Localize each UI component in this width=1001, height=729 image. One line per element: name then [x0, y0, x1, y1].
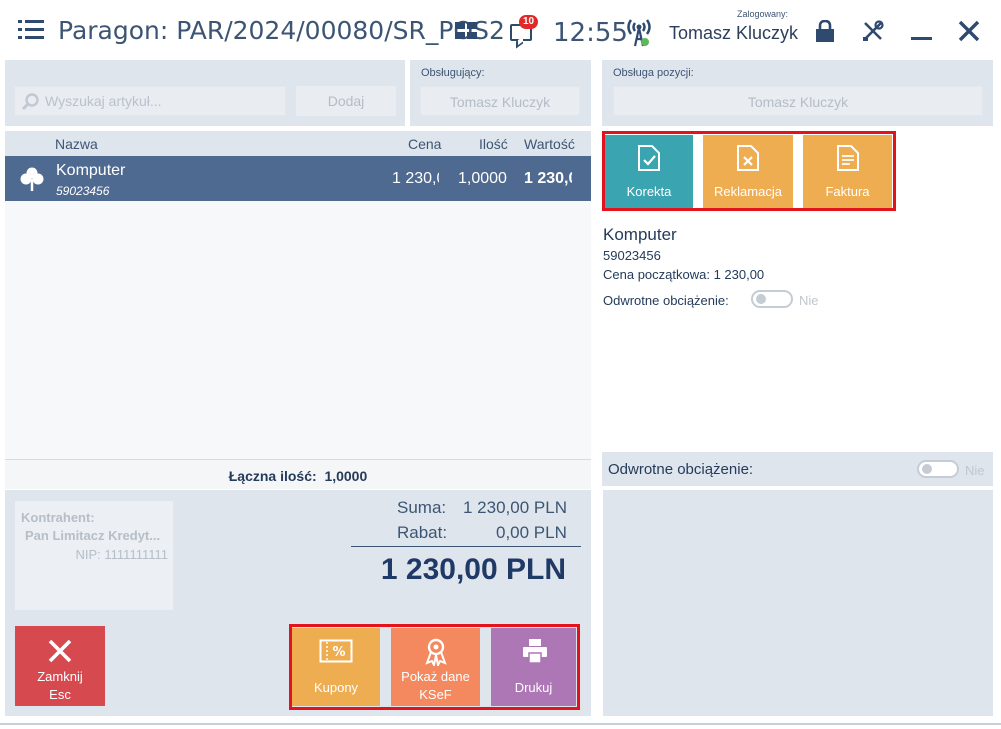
lock-icon[interactable]	[815, 20, 835, 42]
invoice-button[interactable]: Faktura	[803, 135, 892, 208]
contractor-card[interactable]: Kontrahent: Pan Limitacz Kredyt... NIP: …	[15, 501, 173, 610]
reverse-charge-bar-value: Nie	[965, 463, 985, 478]
search-icon	[21, 93, 39, 111]
menu-icon[interactable]	[18, 20, 44, 42]
row-item-name: Komputer	[56, 162, 126, 179]
correction-button[interactable]: Korekta	[605, 135, 693, 208]
close-button-shortcut: Esc	[49, 687, 71, 702]
items-list-area	[5, 201, 591, 459]
total-qty-value: 1,0000	[324, 468, 368, 484]
row-item-price: 1 230,00	[392, 170, 439, 187]
row-item-code: 59023456	[56, 184, 110, 198]
grid-view-icon[interactable]	[455, 22, 478, 40]
sum-value: 1 230,00 PLN	[463, 498, 567, 517]
invoice-label: Faktura	[825, 184, 870, 199]
total-qty-label: Łączna ilość:	[228, 468, 317, 484]
notifications-icon[interactable]: 10	[508, 15, 538, 49]
complaint-button[interactable]: Reklamacja	[703, 135, 793, 208]
table-header: Nazwa Cena Ilość Wartość	[5, 131, 591, 156]
header-bar: Paragon: PAR/2024/00080/SR_POS2 10 12:55…	[0, 0, 1001, 60]
discount-value: 0,00 PLN	[496, 523, 567, 542]
invoice-document-icon	[837, 145, 859, 171]
right-bottom-panel	[603, 490, 993, 716]
column-price-header: Cena	[408, 136, 442, 152]
award-icon	[425, 638, 447, 666]
coupon-icon: %	[319, 639, 353, 663]
minimize-icon[interactable]	[911, 37, 932, 40]
contractor-name: Pan Limitacz Kredyt...	[25, 528, 161, 543]
detail-item-code: 59023456	[603, 248, 661, 263]
reverse-charge-bar-label: Odwrotne obciążenie:	[608, 461, 754, 478]
row-item-value: 1 230,00	[524, 170, 572, 187]
column-qty-header: Ilość	[479, 136, 508, 152]
grand-total: 1 230,00 PLN	[380, 553, 566, 586]
svg-text:%: %	[332, 645, 345, 660]
discount-label: Rabat:	[397, 523, 448, 542]
position-label: Obsługa pozycji:	[613, 67, 694, 79]
contractor-nip: NIP: 1111111111	[75, 547, 168, 562]
close-button-label: Zamknij	[37, 669, 83, 684]
row-item-qty: 1,0000	[458, 170, 507, 187]
detail-item-name: Komputer	[603, 225, 677, 244]
ksef-label-line1: Pokaż dane	[401, 669, 470, 684]
page-title: Paragon: PAR/2024/00080/SR_POS2	[58, 16, 505, 45]
close-icon	[48, 639, 72, 663]
table-row[interactable]: Komputer 59023456 1 230,00 1,0000 1 230,…	[5, 156, 591, 201]
position-operator-field[interactable]: Tomasz Kluczyk	[613, 86, 983, 116]
total-quantity: Łączna ilość: 1,0000	[5, 459, 591, 489]
tools-icon[interactable]	[862, 20, 884, 42]
bottom-border	[0, 723, 1001, 725]
detail-reverse-charge-value: Nie	[799, 293, 819, 308]
logged-in-caption: Zalogowany:	[737, 9, 789, 19]
complaint-label: Reklamacja	[714, 184, 782, 199]
serving-field[interactable]: Tomasz Kluczyk	[420, 86, 580, 116]
correction-label: Korekta	[626, 184, 672, 199]
print-button[interactable]: Drukuj	[491, 628, 576, 706]
coupons-label: Kupony	[313, 680, 359, 695]
document-x-icon	[737, 145, 759, 171]
detail-reverse-charge-label: Odwrotne obciążenie:	[603, 293, 729, 308]
search-field[interactable]	[14, 86, 286, 116]
detail-reverse-charge-toggle[interactable]	[751, 290, 793, 308]
print-label: Drukuj	[514, 680, 553, 695]
add-button[interactable]: Dodaj	[296, 86, 396, 116]
close-window-icon[interactable]	[958, 20, 980, 42]
column-name-header: Nazwa	[55, 136, 98, 152]
coupons-button[interactable]: % Kupony	[292, 628, 380, 706]
printer-icon	[523, 639, 547, 664]
show-ksef-button[interactable]: Pokaż dane KSeF	[391, 628, 480, 706]
close-receipt-button[interactable]: Zamknij Esc	[15, 626, 105, 706]
ksef-label-line2: KSeF	[419, 687, 452, 702]
serving-label: Obsługujący:	[421, 67, 485, 79]
connection-antenna-icon	[627, 19, 651, 47]
clock: 12:55	[553, 18, 628, 48]
detail-initial-price: Cena początkowa: 1 230,00	[603, 267, 765, 282]
product-clover-icon	[20, 167, 44, 191]
notification-count-badge: 10	[519, 15, 538, 29]
column-value-header: Wartość	[524, 136, 575, 152]
summary-divider	[351, 546, 581, 547]
reverse-charge-bar-toggle[interactable]	[917, 460, 959, 478]
search-input[interactable]	[15, 87, 285, 115]
document-check-icon	[638, 145, 660, 171]
sum-label: Suma:	[397, 498, 447, 517]
contractor-label: Kontrahent:	[21, 510, 95, 525]
logged-user-name: Tomasz Kluczyk	[669, 23, 799, 43]
